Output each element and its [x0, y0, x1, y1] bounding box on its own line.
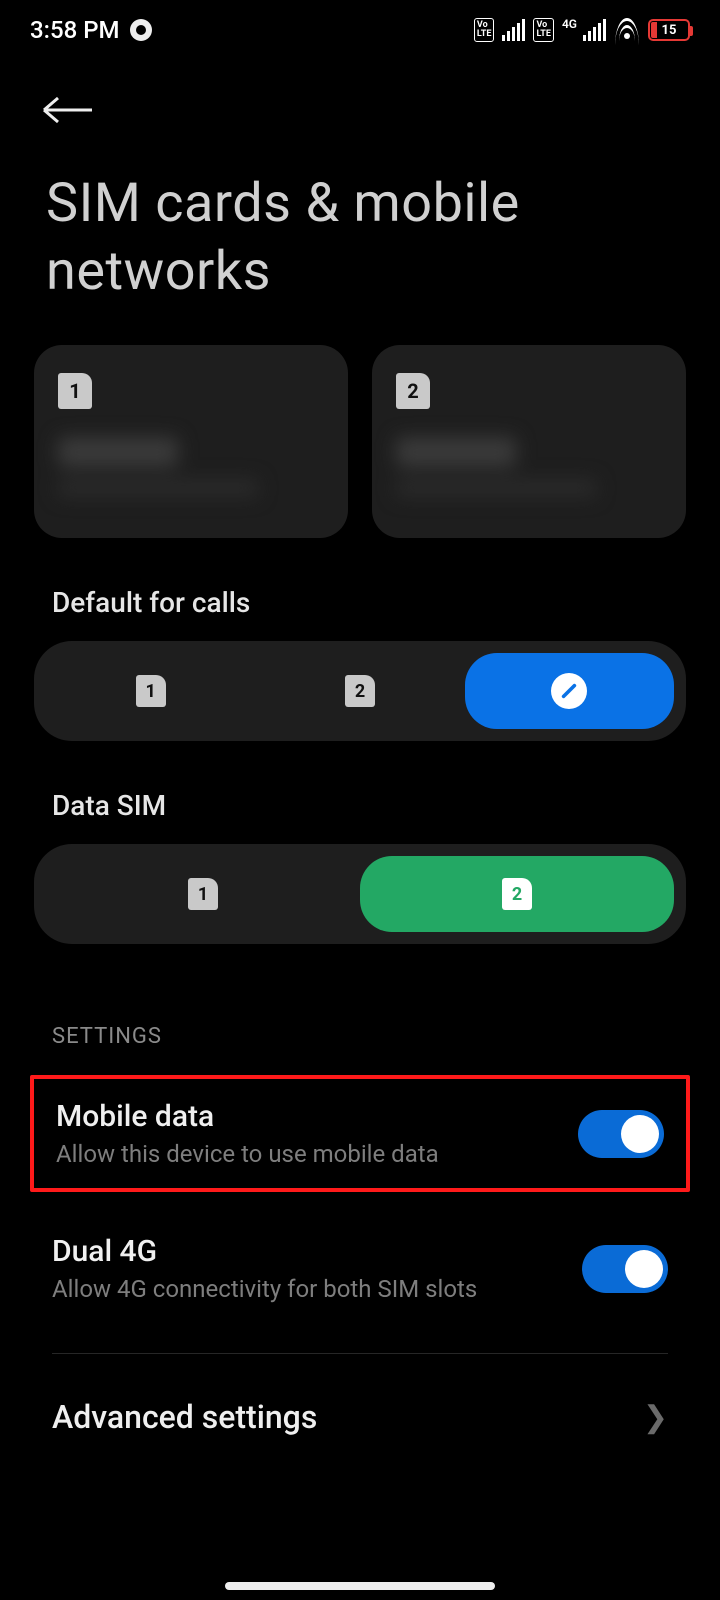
data-sim-sim2[interactable]: 2: [360, 856, 674, 932]
signal1-icon: [502, 19, 525, 41]
ask-icon: [551, 673, 587, 709]
sim-card-2[interactable]: 2: [372, 345, 686, 538]
default-calls-label: Default for calls: [0, 538, 720, 641]
volte1-icon: VoLTE: [474, 18, 495, 42]
advanced-settings-label: Advanced settings: [52, 1398, 317, 1436]
clock: 3:58 PM: [30, 16, 120, 44]
volte2-icon: VoLTE: [533, 18, 554, 42]
mobile-data-title: Mobile data: [56, 1099, 439, 1134]
sim1-badge: 1: [58, 373, 92, 409]
mobile-data-toggle[interactable]: [578, 1110, 664, 1158]
sim-icon: 1: [136, 675, 166, 707]
data-sim-sim1[interactable]: 1: [46, 856, 360, 932]
default-calls-selector: 1 2: [34, 641, 686, 741]
default-calls-sim2[interactable]: 2: [255, 653, 464, 729]
mobile-data-sub: Allow this device to use mobile data: [56, 1140, 439, 1168]
home-indicator[interactable]: [225, 1582, 495, 1590]
sim-icon: 1: [188, 878, 218, 910]
dual-4g-sub: Allow 4G connectivity for both SIM slots: [52, 1275, 477, 1303]
wifi-icon: [614, 19, 640, 41]
status-bar: 3:58 PM VoLTE VoLTE 4G 15: [0, 0, 720, 60]
signal2-icon: [583, 19, 606, 41]
mobile-data-row[interactable]: Mobile data Allow this device to use mob…: [34, 1079, 686, 1188]
mobile-data-highlight: Mobile data Allow this device to use mob…: [30, 1075, 690, 1192]
back-button[interactable]: [40, 90, 98, 130]
advanced-settings-row[interactable]: Advanced settings ❯: [0, 1354, 720, 1436]
default-calls-sim1[interactable]: 1: [46, 653, 255, 729]
dual-4g-toggle[interactable]: [582, 1245, 668, 1293]
chevron-right-icon: ❯: [643, 1400, 668, 1435]
settings-header: SETTINGS: [0, 944, 720, 1075]
page-title: SIM cards & mobile networks: [0, 130, 720, 345]
sim1-details-blurred: [58, 437, 324, 497]
sim2-badge: 2: [396, 373, 430, 409]
sim2-details-blurred: [396, 437, 662, 497]
battery-icon: 15: [648, 19, 690, 41]
sim-icon: 2: [345, 675, 375, 707]
dual-4g-row[interactable]: Dual 4G Allow 4G connectivity for both S…: [0, 1214, 720, 1323]
data-sim-label: Data SIM: [0, 741, 720, 844]
network-4g-label: 4G: [562, 18, 577, 30]
sim-icon: 2: [502, 878, 532, 910]
default-calls-ask[interactable]: [465, 653, 674, 729]
gear-icon: [130, 19, 152, 41]
sim-card-1[interactable]: 1: [34, 345, 348, 538]
data-sim-selector: 1 2: [34, 844, 686, 944]
dual-4g-title: Dual 4G: [52, 1234, 477, 1269]
